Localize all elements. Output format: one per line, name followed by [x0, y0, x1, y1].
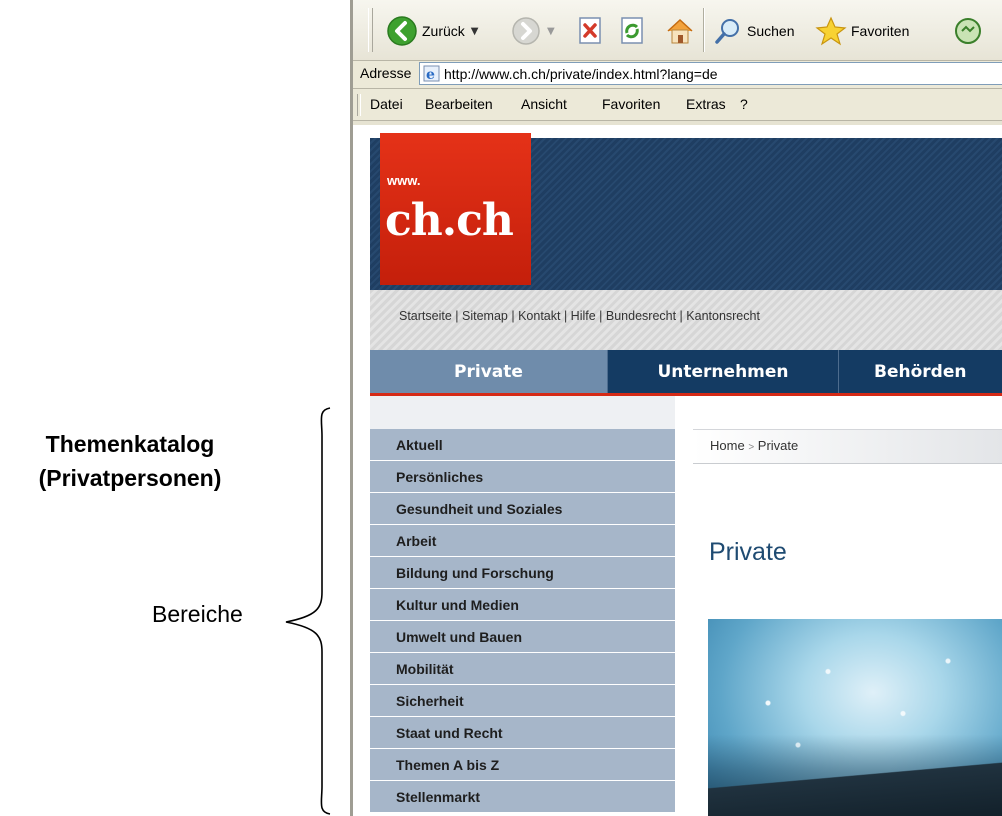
media-button[interactable] — [953, 13, 983, 49]
sidenav-item-gesundheit[interactable]: Gesundheit und Soziales — [370, 493, 675, 525]
search-button-label: Suchen — [747, 23, 795, 39]
back-button-label: Zurück — [422, 23, 465, 39]
service-links: Startseite | Sitemap | Kontakt | Hilfe |… — [399, 309, 760, 323]
svg-text:e: e — [426, 67, 435, 82]
address-url: http://www.ch.ch/private/index.html?lang… — [444, 66, 718, 82]
home-icon — [667, 18, 693, 44]
hero-image — [708, 619, 1002, 816]
service-link-sitemap[interactable]: Sitemap — [462, 309, 508, 323]
ie-page-icon: e — [423, 65, 440, 82]
tab-behoerden[interactable]: Behörden — [838, 350, 1002, 393]
search-button[interactable]: Suchen — [713, 13, 794, 49]
toolbar-separator — [703, 8, 704, 52]
breadcrumb-separator: > — [748, 442, 755, 453]
service-bar: Startseite | Sitemap | Kontakt | Hilfe |… — [370, 290, 1002, 350]
curly-brace-icon — [285, 407, 331, 815]
forward-arrow-icon — [512, 17, 540, 45]
tab-unternehmen[interactable]: Unternehmen — [607, 350, 839, 393]
sidenav-item-themen[interactable]: Themen A bis Z — [370, 749, 675, 781]
browser-window: Zurück ▼ ▼ Suchen Favoriten Adresse e ht… — [350, 0, 1002, 816]
refresh-icon — [621, 17, 643, 44]
toolbar-grip[interactable] — [368, 8, 373, 52]
service-link-hilfe[interactable]: Hilfe — [571, 309, 596, 323]
forward-button[interactable]: ▼ — [511, 13, 555, 49]
logo-prefix: www. — [387, 173, 421, 188]
menu-bar: Datei Bearbeiten Ansicht Favoriten Extra… — [353, 90, 1002, 121]
dropdown-arrow-icon[interactable]: ▼ — [547, 26, 555, 37]
web-page: www. ch.ch Startseite | Sitemap | Kontak… — [353, 121, 1002, 816]
stop-icon — [579, 17, 601, 44]
main-tabs: Private Unternehmen Behörden — [370, 350, 1002, 396]
breadcrumb-home[interactable]: Home — [710, 438, 745, 453]
sidenav-item-stellenmarkt[interactable]: Stellenmarkt — [370, 781, 675, 813]
browser-toolbar: Zurück ▼ ▼ Suchen Favoriten — [353, 0, 1002, 61]
sidenav-item-persoenliches[interactable]: Persönliches — [370, 461, 675, 493]
annotation-brace-label: Bereiche — [152, 601, 243, 627]
menu-favorites[interactable]: Favoriten — [602, 96, 660, 112]
service-link-bundesrecht[interactable]: Bundesrecht — [606, 309, 676, 323]
home-button[interactable] — [664, 13, 696, 49]
sidenav-item-bildung[interactable]: Bildung und Forschung — [370, 557, 675, 589]
address-input[interactable]: e http://www.ch.ch/private/index.html?la… — [419, 62, 1002, 85]
address-bar: Adresse e http://www.ch.ch/private/index… — [353, 61, 1002, 89]
menu-view[interactable]: Ansicht — [521, 96, 567, 112]
hero-image-rocks — [708, 759, 1002, 816]
search-icon — [715, 19, 739, 44]
refresh-button[interactable] — [619, 13, 647, 49]
annotation-title: Themenkatalog (Privatpersonen) — [0, 427, 260, 495]
menu-file[interactable]: Datei — [370, 96, 403, 112]
sidenav-item-sicherheit[interactable]: Sicherheit — [370, 685, 675, 717]
sidenav: Aktuell Persönliches Gesundheit und Sozi… — [370, 429, 675, 813]
menu-tools[interactable]: Extras — [686, 96, 726, 112]
breadcrumb-bar: Home > Private — [693, 429, 1002, 464]
sidenav-item-mobilitaet[interactable]: Mobilität — [370, 653, 675, 685]
breadcrumb: Home > Private — [710, 438, 798, 453]
menu-help[interactable]: ? — [740, 96, 748, 112]
stop-button[interactable] — [577, 13, 605, 49]
site-logo[interactable]: www. ch.ch — [380, 133, 531, 285]
address-label: Adresse — [360, 65, 412, 81]
service-link-startseite[interactable]: Startseite — [399, 309, 452, 323]
star-icon — [815, 16, 847, 46]
tab-private[interactable]: Private — [370, 350, 607, 393]
back-arrow-icon — [387, 16, 417, 46]
menu-grip[interactable] — [357, 94, 361, 116]
back-button[interactable]: Zurück ▼ — [386, 13, 479, 49]
dropdown-arrow-icon[interactable]: ▼ — [471, 26, 479, 37]
menu-edit[interactable]: Bearbeiten — [425, 96, 493, 112]
service-link-kantonsrecht[interactable]: Kantonsrecht — [686, 309, 760, 323]
annotation-title-line2: (Privatpersonen) — [38, 465, 222, 491]
page-title: Private — [709, 538, 787, 566]
annotation-title-line1: Themenkatalog — [45, 431, 215, 457]
sidenav-item-umwelt[interactable]: Umwelt und Bauen — [370, 621, 675, 653]
favorites-button[interactable]: Favoriten — [815, 13, 909, 49]
media-icon — [955, 18, 981, 44]
sidenav-item-staat[interactable]: Staat und Recht — [370, 717, 675, 749]
service-link-kontakt[interactable]: Kontakt — [518, 309, 560, 323]
sidenav-item-aktuell[interactable]: Aktuell — [370, 429, 675, 461]
breadcrumb-current: Private — [757, 438, 799, 453]
logo-text: ch.ch — [385, 195, 514, 246]
sidenav-item-kultur[interactable]: Kultur und Medien — [370, 589, 675, 621]
sidenav-header — [370, 396, 675, 429]
favorites-button-label: Favoriten — [851, 23, 910, 39]
sidenav-item-arbeit[interactable]: Arbeit — [370, 525, 675, 557]
